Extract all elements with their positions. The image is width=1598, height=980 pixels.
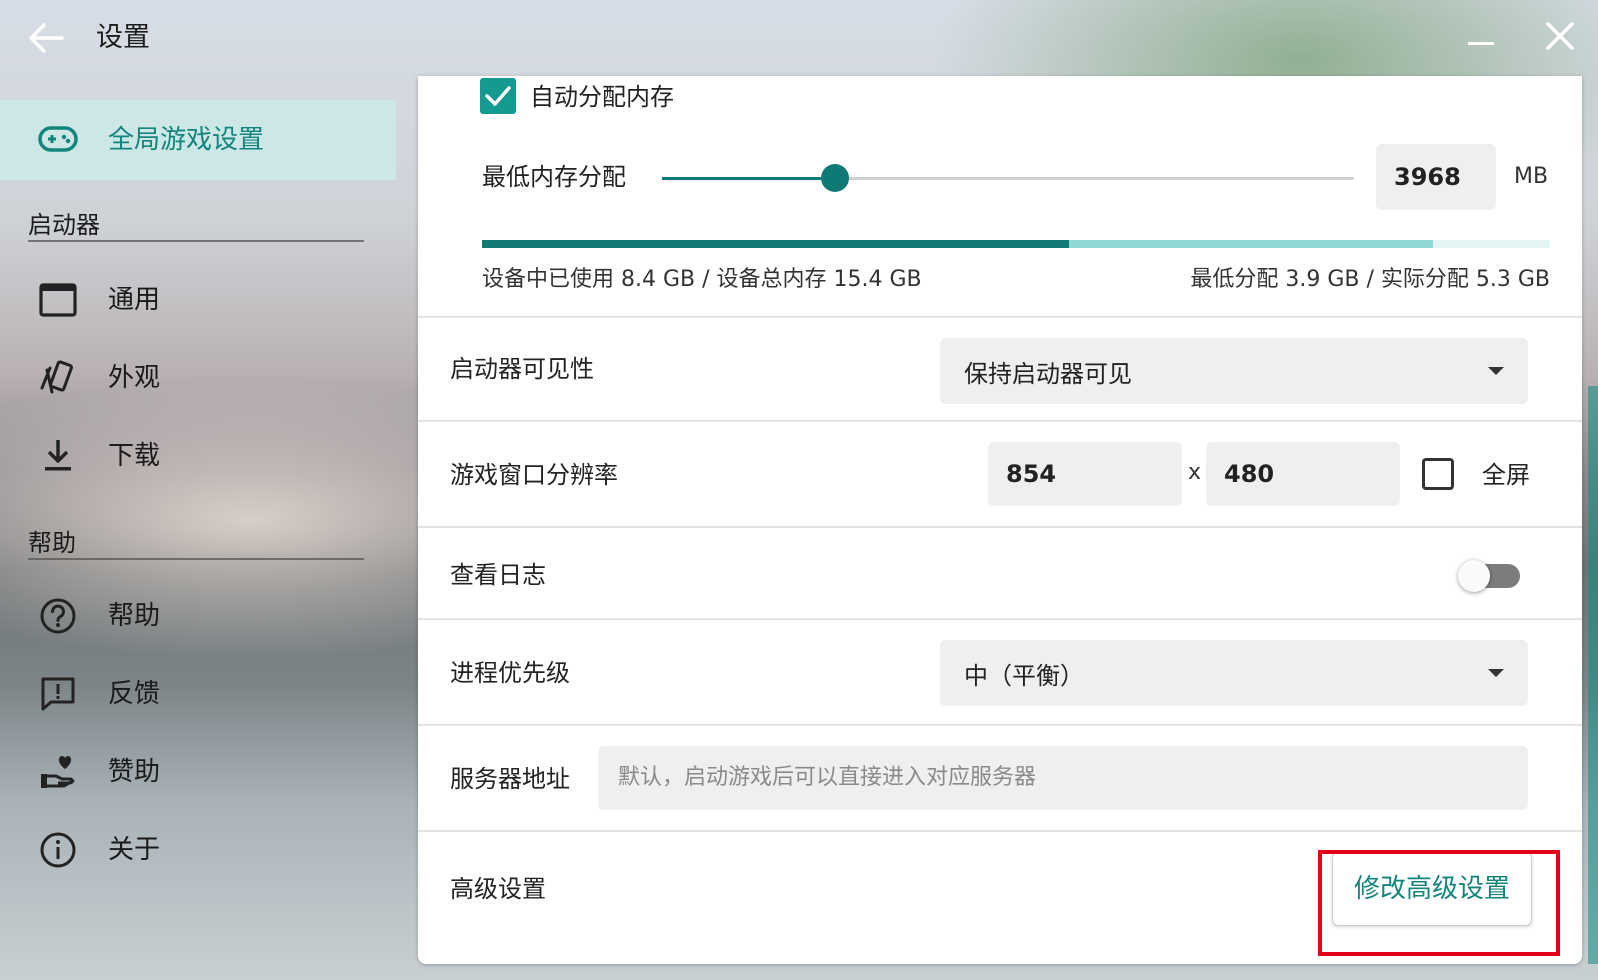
- back-arrow-icon[interactable]: [26, 18, 66, 58]
- sidebar-item-donate[interactable]: 赞助: [0, 740, 396, 804]
- sidebar-item-general[interactable]: 通用: [0, 268, 396, 332]
- logs-toggle[interactable]: [1458, 560, 1520, 592]
- section-title-launcher: 启动器: [28, 211, 100, 239]
- memory-unit: MB: [1514, 164, 1549, 189]
- title-bar: 设置: [0, 0, 1598, 76]
- priority-label: 进程优先级: [450, 659, 570, 687]
- cards-icon: [40, 360, 73, 394]
- edit-advanced-settings-button[interactable]: 修改高级设置: [1332, 852, 1532, 926]
- fullscreen-checkbox[interactable]: [1422, 458, 1454, 490]
- page-title: 设置: [96, 22, 150, 53]
- sidebar-item-download[interactable]: 下载: [0, 424, 396, 488]
- sidebar-item-global-game-settings[interactable]: 全局游戏设置: [0, 100, 396, 180]
- sidebar-item-appearance[interactable]: 外观: [0, 346, 396, 410]
- section-divider: [28, 240, 364, 242]
- sidebar-item-about[interactable]: 关于: [0, 818, 396, 882]
- memory-slider[interactable]: [662, 164, 1354, 192]
- sidebar-item-label: 下载: [108, 441, 161, 471]
- sidebar-item-label: 关于: [108, 835, 161, 865]
- section-divider: [28, 558, 364, 560]
- resolution-label: 游戏窗口分辨率: [450, 461, 618, 489]
- fullscreen-label: 全屏: [1482, 461, 1530, 489]
- close-icon[interactable]: [1542, 18, 1578, 54]
- launcher-visibility-select[interactable]: 保持启动器可见: [940, 338, 1528, 404]
- launcher-visibility-label: 启动器可见性: [450, 355, 594, 383]
- sidebar-item-label: 外观: [108, 363, 161, 393]
- minimize-icon[interactable]: [1466, 24, 1496, 54]
- priority-select[interactable]: 中（平衡）: [940, 640, 1528, 706]
- help-circle-icon: [40, 598, 76, 634]
- select-value: 中（平衡）: [964, 662, 1084, 690]
- resolution-height-input[interactable]: 480: [1206, 442, 1400, 506]
- memory-slider-fill: [662, 177, 835, 180]
- toggle-knob: [1458, 560, 1490, 592]
- memory-usage-bar: [482, 240, 1550, 248]
- server-label: 服务器地址: [450, 765, 570, 793]
- select-value: 保持启动器可见: [964, 360, 1132, 388]
- memory-slider-thumb[interactable]: [821, 164, 849, 192]
- chevron-down-icon: [1488, 367, 1504, 375]
- feedback-icon: [41, 677, 75, 711]
- auto-allocate-label: 自动分配内存: [530, 83, 674, 111]
- advanced-label: 高级设置: [450, 875, 546, 903]
- info-icon: [40, 832, 76, 868]
- settings-panel: 自动分配内存 最低内存分配 3968 MB 设备中已使用 8.4 GB / 设备…: [418, 76, 1582, 964]
- sidebar-item-label: 反馈: [108, 679, 161, 709]
- row-logs: 查看日志: [418, 526, 1582, 620]
- row-advanced: 高级设置 修改高级设置: [418, 830, 1582, 964]
- checkmark-icon: [485, 86, 511, 106]
- logs-label: 查看日志: [450, 561, 546, 589]
- row-launcher-visibility: 启动器可见性 保持启动器可见: [418, 316, 1582, 422]
- sidebar-item-label: 全局游戏设置: [108, 125, 265, 155]
- window-icon: [39, 283, 77, 317]
- scrollbar[interactable]: [1588, 386, 1598, 964]
- section-title-help: 帮助: [28, 529, 76, 557]
- row-resolution: 游戏窗口分辨率 854 x 480 全屏: [418, 420, 1582, 526]
- gamepad-icon: [38, 126, 78, 152]
- min-memory-label: 最低内存分配: [482, 163, 626, 191]
- donate-hand-heart-icon: [41, 756, 75, 788]
- server-address-input[interactable]: 默认，启动游戏后可以直接进入对应服务器: [598, 746, 1528, 810]
- sidebar-item-label: 赞助: [108, 757, 161, 787]
- resolution-width-input[interactable]: 854: [988, 442, 1182, 506]
- sidebar-item-label: 通用: [108, 285, 161, 315]
- row-server: 服务器地址 默认，启动游戏后可以直接进入对应服务器: [418, 724, 1582, 830]
- sidebar-item-feedback[interactable]: 反馈: [0, 662, 396, 726]
- memory-usage-text: 设备中已使用 8.4 GB / 设备总内存 15.4 GB: [482, 267, 922, 292]
- resolution-separator: x: [1188, 460, 1202, 485]
- memory-used-segment: [482, 240, 1070, 248]
- auto-allocate-checkbox[interactable]: [480, 78, 516, 114]
- memory-allocation-text: 最低分配 3.9 GB / 实际分配 5.3 GB: [1190, 267, 1550, 292]
- download-icon: [45, 440, 71, 471]
- memory-allocated-segment: [1069, 240, 1433, 248]
- sidebar-item-help[interactable]: 帮助: [0, 584, 396, 648]
- min-memory-input[interactable]: 3968: [1376, 144, 1496, 210]
- chevron-down-icon: [1488, 669, 1504, 677]
- row-priority: 进程优先级 中（平衡）: [418, 618, 1582, 724]
- sidebar-item-label: 帮助: [108, 601, 161, 631]
